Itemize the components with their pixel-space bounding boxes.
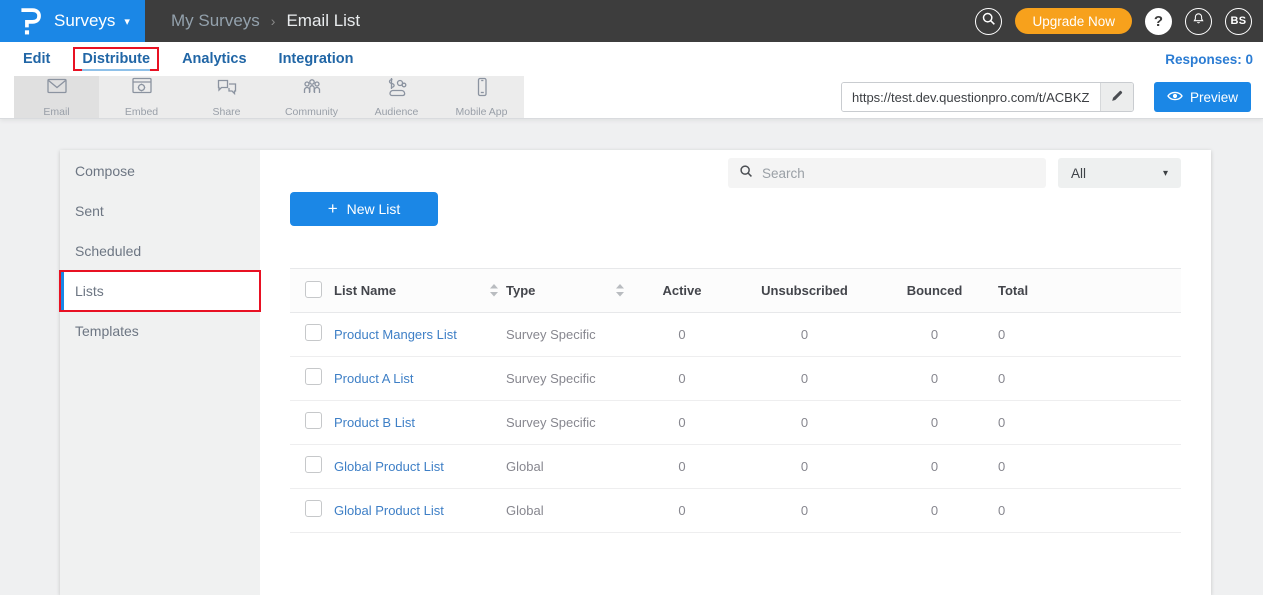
- community-icon: [299, 76, 325, 103]
- table-row: Product Mangers List Survey Specific 0 0…: [290, 313, 1181, 357]
- new-list-button[interactable]: + New List: [290, 192, 438, 226]
- select-all-checkbox[interactable]: [305, 281, 322, 298]
- breadcrumb-parent[interactable]: My Surveys: [171, 11, 260, 31]
- table-row: Global Product List Global 0 0 0 0: [290, 489, 1181, 533]
- mobile-app-icon: [469, 76, 495, 103]
- filter-dropdown[interactable]: All ▾: [1058, 158, 1181, 188]
- breadcrumb: My Surveys › Email List: [171, 11, 360, 31]
- plus-icon: +: [328, 200, 338, 217]
- table-row: Global Product List Global 0 0 0 0: [290, 445, 1181, 489]
- survey-url-input[interactable]: [842, 83, 1100, 111]
- list-name-link[interactable]: Global Product List: [334, 459, 444, 474]
- column-type: Type: [506, 283, 535, 298]
- share-icon: [214, 76, 240, 103]
- product-label: Surveys: [54, 11, 115, 31]
- top-bar: Surveys ▾ My Surveys › Email List Upgrad…: [0, 0, 1263, 42]
- section-tabs: Edit Distribute Analytics Integration Re…: [0, 42, 1263, 76]
- topbar-actions: Upgrade Now ? BS: [975, 8, 1263, 35]
- sort-list-name-button[interactable]: [490, 284, 498, 297]
- column-active: Active: [632, 269, 732, 313]
- list-name-link[interactable]: Product Mangers List: [334, 327, 457, 342]
- chevron-down-icon: ▾: [1163, 168, 1168, 179]
- channel-mobile-app[interactable]: Mobile App: [439, 76, 524, 118]
- page-title: Email List: [286, 11, 360, 31]
- pencil-icon: [1110, 89, 1124, 106]
- channel-audience[interactable]: Audience: [354, 76, 439, 118]
- user-avatar[interactable]: BS: [1225, 8, 1252, 35]
- embed-icon: [129, 76, 155, 103]
- search-input[interactable]: [762, 166, 1035, 181]
- channel-selector: Email Embed Share Community Audience: [14, 76, 524, 118]
- magnifier-icon: [739, 164, 753, 183]
- toolbar-right: Preview: [841, 76, 1263, 118]
- page-background: Compose Sent Scheduled Lists Templates A…: [0, 118, 1263, 595]
- column-bounced: Bounced: [877, 269, 992, 313]
- column-unsubscribed: Unsubscribed: [732, 269, 877, 313]
- lists-content: All ▾ + New List List Name: [260, 150, 1211, 595]
- tab-analytics[interactable]: Analytics: [173, 47, 255, 71]
- breadcrumb-separator: ›: [271, 13, 276, 29]
- sidebar-item-compose[interactable]: Compose: [60, 151, 260, 191]
- row-checkbox[interactable]: [305, 500, 322, 517]
- email-lists-panel: Compose Sent Scheduled Lists Templates A…: [60, 150, 1211, 595]
- sidebar-item-lists[interactable]: Lists: [60, 271, 260, 311]
- content-top-bar: All ▾: [290, 158, 1181, 188]
- questionpro-logo-icon: [17, 6, 42, 37]
- avatar-initials: BS: [1231, 15, 1247, 27]
- row-checkbox[interactable]: [305, 324, 322, 341]
- notifications-button[interactable]: [1185, 8, 1212, 35]
- sort-type-button[interactable]: [616, 284, 624, 297]
- channel-community[interactable]: Community: [269, 76, 354, 118]
- email-lists-table: List Name Type: [290, 268, 1181, 533]
- upgrade-now-button[interactable]: Upgrade Now: [1015, 8, 1132, 34]
- filter-value: All: [1071, 166, 1086, 181]
- channel-share[interactable]: Share: [184, 76, 269, 118]
- bell-icon: [1191, 11, 1206, 31]
- sidebar-item-templates[interactable]: Templates: [60, 311, 260, 351]
- chevron-down-icon: ▾: [124, 15, 130, 28]
- preview-button[interactable]: Preview: [1154, 82, 1251, 112]
- edit-url-button[interactable]: [1100, 83, 1133, 111]
- table-header-row: List Name Type: [290, 269, 1181, 313]
- responses-count[interactable]: Responses: 0: [1165, 52, 1263, 67]
- channel-email[interactable]: Email: [14, 76, 99, 118]
- list-search: [728, 158, 1046, 188]
- tab-integration[interactable]: Integration: [270, 47, 363, 71]
- column-total: Total: [992, 269, 1072, 313]
- distribute-toolbar: Email Embed Share Community Audience: [0, 76, 1263, 118]
- audience-icon: [384, 76, 410, 103]
- search-button[interactable]: [975, 8, 1002, 35]
- sidebar-item-sent[interactable]: Sent: [60, 191, 260, 231]
- list-name-link[interactable]: Product B List: [334, 415, 415, 430]
- column-list-name: List Name: [334, 283, 396, 298]
- tab-distribute[interactable]: Distribute: [73, 47, 159, 71]
- question-mark-icon: ?: [1154, 13, 1163, 30]
- list-name-link[interactable]: Product A List: [334, 371, 414, 386]
- product-menu[interactable]: Surveys ▾: [0, 0, 145, 42]
- sidebar-item-scheduled[interactable]: Scheduled: [60, 231, 260, 271]
- survey-url-group: [841, 82, 1134, 112]
- email-icon: [44, 76, 70, 103]
- row-checkbox[interactable]: [305, 368, 322, 385]
- email-sidebar: Compose Sent Scheduled Lists Templates: [60, 150, 260, 595]
- channel-embed[interactable]: Embed: [99, 76, 184, 118]
- row-checkbox[interactable]: [305, 456, 322, 473]
- list-name-link[interactable]: Global Product List: [334, 503, 444, 518]
- search-icon: [981, 11, 996, 31]
- row-checkbox[interactable]: [305, 412, 322, 429]
- table-row: Product A List Survey Specific 0 0 0 0: [290, 357, 1181, 401]
- help-button[interactable]: ?: [1145, 8, 1172, 35]
- table-row: Product B List Survey Specific 0 0 0 0: [290, 401, 1181, 445]
- eye-icon: [1167, 90, 1183, 105]
- tab-edit[interactable]: Edit: [14, 47, 59, 71]
